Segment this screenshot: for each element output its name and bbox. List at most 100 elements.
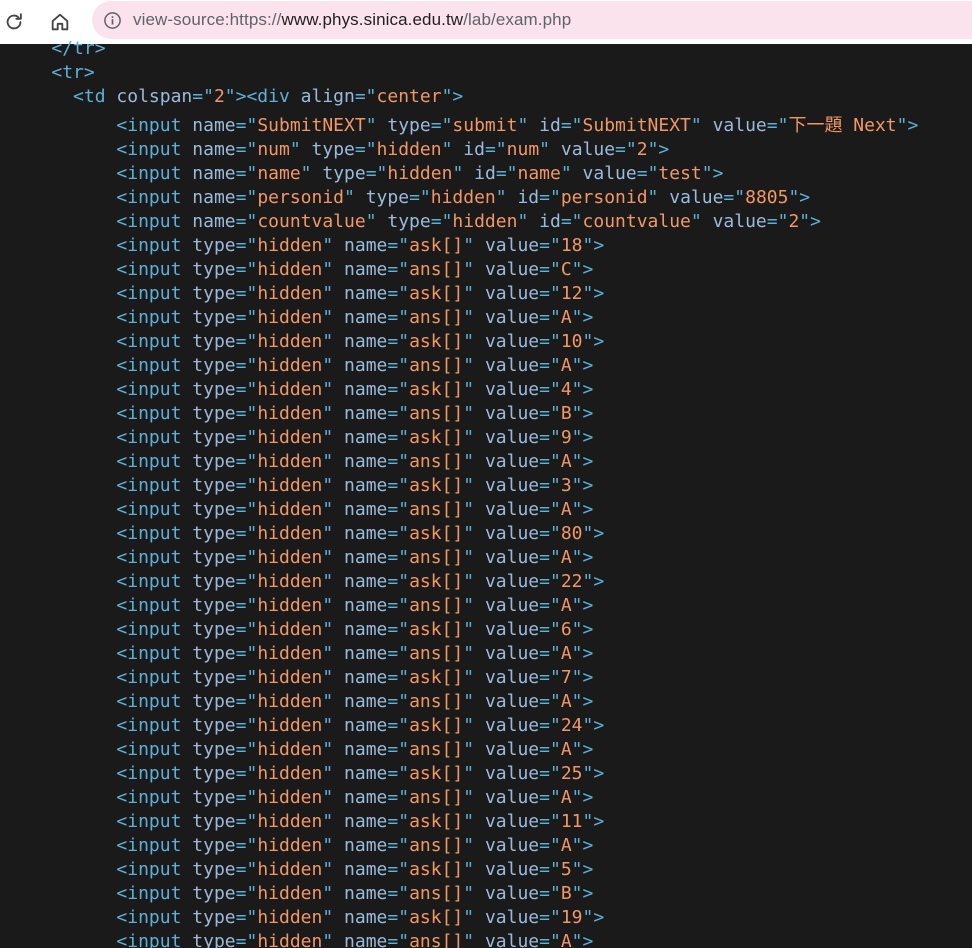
value-token: hidden (257, 595, 323, 616)
tag-token: " (463, 475, 485, 496)
tag-token: =" (387, 763, 410, 784)
value-token: ans[] (409, 547, 464, 568)
tag-token: <input (116, 595, 193, 616)
hidden-input-line: <input type="hidden" name="ask[]" value=… (116, 618, 593, 642)
address-bar[interactable]: view-source:https://www.phys.sinica.edu.… (92, 1, 972, 39)
tag-token: " (344, 187, 366, 208)
site-info-button[interactable] (102, 10, 122, 30)
tag-token: =" (235, 307, 258, 328)
attribute-token: type (192, 883, 236, 904)
tag-token: =" (387, 547, 410, 568)
home-button[interactable] (42, 4, 78, 40)
value-token: ans[] (409, 739, 464, 760)
attribute-token: name (192, 139, 236, 160)
tag-token: " (322, 715, 345, 736)
tag-token: <input (116, 763, 193, 784)
tag-token: " (322, 739, 345, 760)
attribute-token: name (344, 907, 388, 928)
value-token: ask[] (409, 523, 464, 544)
attribute-token: type (192, 235, 236, 256)
attribute-token: type (192, 451, 236, 472)
tag-token: <input (116, 547, 193, 568)
tag-token: =" (387, 283, 410, 304)
tag-token: "> (571, 547, 594, 568)
tag-token: " (463, 499, 485, 520)
tag-token: =" (235, 115, 258, 136)
tag-token: " (463, 595, 485, 616)
attribute-token: value (484, 691, 540, 712)
attribute-token: name (344, 475, 388, 496)
value-token: ask[] (409, 379, 464, 400)
tag-token: " (322, 379, 345, 400)
url-text[interactable]: view-source:https://www.phys.sinica.edu.… (133, 10, 571, 30)
hidden-input-line: <input type="hidden" name="ask[]" value=… (116, 522, 604, 546)
attribute-token: value (484, 715, 540, 736)
tag-token: "> (571, 475, 594, 496)
value-token: ans[] (409, 499, 464, 520)
attribute-token: type (192, 763, 236, 784)
tag-token: " (463, 859, 485, 880)
attribute-token: value (484, 835, 540, 856)
value-token: ask[] (409, 667, 464, 688)
value-token: hidden (257, 739, 323, 760)
tag-token: " (322, 283, 345, 304)
value-token: hidden (257, 307, 323, 328)
value-token: 下一題 Next (788, 115, 897, 136)
attribute-token: type (192, 571, 236, 592)
attribute-token: value (484, 595, 540, 616)
tag-token: " (463, 811, 485, 832)
tag-token: "> (647, 139, 670, 160)
source-line: <input name="name" type="hidden" id="nam… (116, 162, 723, 186)
tag-token: =" (539, 451, 561, 472)
value-token: 6 (560, 619, 572, 640)
url-domain: www.phys.sinica.edu.tw (281, 10, 464, 29)
attribute-token: type (192, 931, 236, 948)
tag-token: <input (116, 115, 193, 136)
value-token: ans[] (409, 307, 464, 328)
info-icon (103, 11, 121, 29)
tag-token: =" (387, 859, 410, 880)
attribute-token: name (344, 547, 388, 568)
tag-token: "> (571, 355, 594, 376)
page-source-view: </tr> <tr> <td colspan="2"><div align="cen… (0, 37, 972, 948)
tag-token: <input (116, 931, 193, 948)
value-token: ans[] (409, 643, 464, 664)
tag-token: "> (571, 691, 594, 712)
tag-token: <input (116, 643, 193, 664)
attribute-token: type (192, 715, 236, 736)
attribute-token: type (192, 547, 236, 568)
tag-token: "> (571, 499, 594, 520)
attribute-token: value (484, 811, 540, 832)
value-token: 2 (636, 139, 648, 160)
tag-token: "> (571, 595, 594, 616)
tag-token: " (463, 691, 485, 712)
tag-token: =" (387, 739, 410, 760)
tag-token: <tr> (51, 62, 95, 83)
tag-token: =" (235, 331, 258, 352)
attribute-token: value (484, 259, 540, 280)
tag-token: =" (235, 283, 258, 304)
attribute-token: type (192, 835, 236, 856)
tag-token: " (322, 475, 345, 496)
attribute-token: value (484, 763, 540, 784)
tag-token: =" (387, 475, 410, 496)
value-token: 8805 (745, 187, 789, 208)
reload-button[interactable] (0, 4, 32, 40)
attribute-token: type (192, 283, 236, 304)
tag-token: " (322, 403, 345, 424)
tag-token: =" (235, 235, 258, 256)
tag-token: <input (116, 211, 193, 232)
value-token: A (560, 499, 572, 520)
tag-token: =" (387, 259, 410, 280)
tag-token: =" (235, 451, 258, 472)
value-token: num (506, 139, 540, 160)
tag-token: " (322, 811, 345, 832)
tag-token: =" (539, 931, 561, 948)
tag-token: =" (235, 355, 258, 376)
value-token: ask[] (409, 763, 464, 784)
attribute-token: name (344, 739, 388, 760)
source-line: <input name="num" type="hidden" id="num"… (116, 138, 669, 162)
hidden-input-line: <input type="hidden" name="ans[]" value=… (116, 402, 593, 426)
attribute-token: type (192, 739, 236, 760)
value-token: hidden (257, 811, 323, 832)
